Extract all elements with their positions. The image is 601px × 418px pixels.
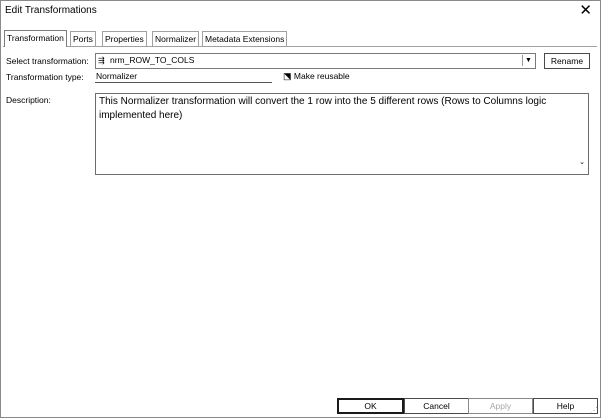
dialog-button-bar: OK Cancel Apply Help: [1, 396, 600, 416]
rename-button[interactable]: Rename: [544, 53, 590, 69]
chevron-down-icon[interactable]: ▼: [522, 55, 534, 66]
description-textarea[interactable]: This Normalizer transformation will conv…: [95, 93, 589, 175]
close-icon[interactable]: ✕: [579, 2, 592, 20]
rename-label: Rename: [550, 56, 584, 66]
tab-label: Ports: [73, 34, 93, 44]
scroll-down-icon[interactable]: ⌄: [579, 156, 585, 170]
tab-label: Metadata Extensions: [205, 34, 285, 44]
tab-panel-border: [3, 46, 597, 47]
help-label: Help: [556, 401, 575, 411]
help-button[interactable]: Help: [533, 398, 598, 414]
select-transformation-value: nrm_ROW_TO_COLS: [110, 55, 195, 65]
description-label: Description:: [6, 95, 51, 105]
tab-normalizer[interactable]: Normalizer: [152, 31, 200, 46]
transformation-type-field: Normalizer: [95, 70, 272, 83]
description-text: This Normalizer transformation will conv…: [99, 96, 547, 121]
make-reusable-label: Make reusable: [293, 71, 350, 81]
tab-ports[interactable]: Ports: [70, 31, 96, 46]
title-bar: Edit Transformations ✕: [1, 1, 600, 23]
edit-transformations-dialog: Edit Transformations ✕ Transformation Po…: [0, 0, 601, 418]
make-reusable-control[interactable]: ⬔ Make reusable: [283, 71, 350, 82]
make-reusable-icon: ⬔: [283, 71, 292, 81]
ok-label: OK: [364, 401, 377, 411]
apply-label: Apply: [489, 401, 512, 411]
tab-transformation[interactable]: Transformation: [4, 30, 67, 47]
select-transformation-dropdown[interactable]: ⇶ nrm_ROW_TO_COLS ▼: [95, 53, 536, 69]
tab-metadata-extensions[interactable]: Metadata Extensions: [202, 31, 288, 46]
normalizer-transformation-icon: ⇶: [98, 56, 105, 65]
tab-properties[interactable]: Properties: [102, 31, 147, 46]
cancel-button[interactable]: Cancel: [404, 398, 469, 414]
cancel-label: Cancel: [423, 401, 450, 411]
resize-grip-icon[interactable]: ⋰: [590, 406, 598, 415]
apply-button[interactable]: Apply: [468, 398, 533, 414]
select-transformation-label: Select transformation:: [6, 56, 89, 66]
tab-label: Properties: [105, 34, 144, 44]
ok-button[interactable]: OK: [337, 398, 404, 414]
window-title: Edit Transformations: [5, 5, 97, 16]
transformation-type-label: Transformation type:: [6, 72, 84, 82]
tab-label: Normalizer: [155, 34, 197, 44]
tab-label: Transformation: [7, 33, 64, 43]
